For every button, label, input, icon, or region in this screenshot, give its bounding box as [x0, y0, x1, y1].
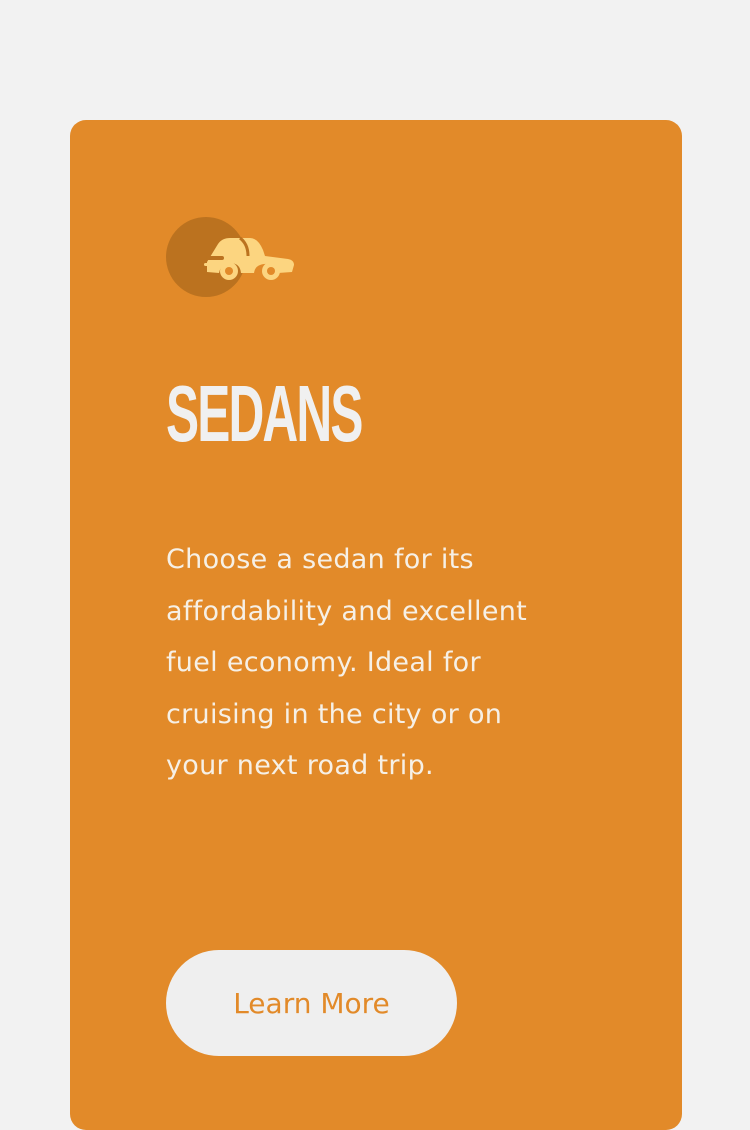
learn-more-button[interactable]: Learn More	[166, 950, 457, 1056]
sedans-card: SEDANS Choose a sedan for its affordabil…	[70, 120, 682, 1130]
card-description: Choose a sedan for its affordability and…	[166, 544, 528, 781]
card-title: SEDANS	[166, 369, 363, 458]
car-icon	[166, 216, 298, 298]
